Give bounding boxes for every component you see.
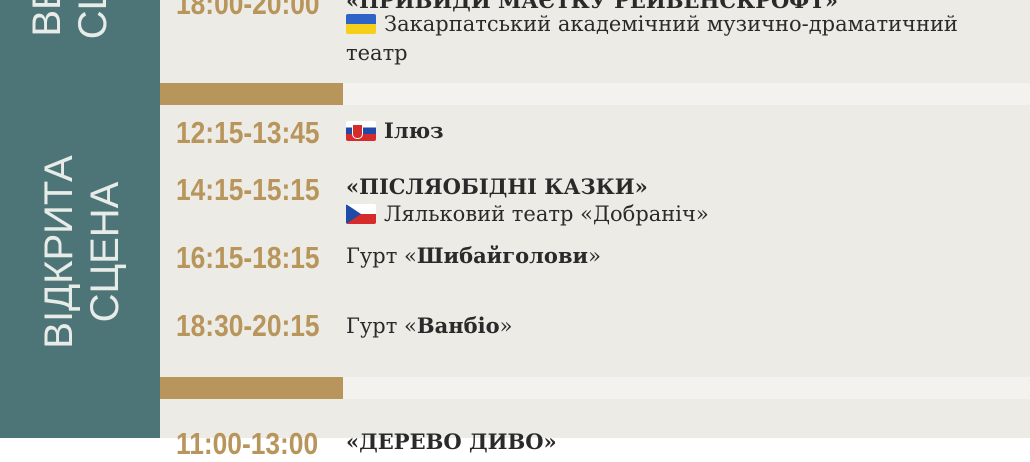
ukraine-flag-icon xyxy=(346,14,376,34)
event-title: Гурт «Шибайголови» xyxy=(346,243,601,268)
event-time: 12:15-13:45 xyxy=(176,115,320,150)
event-title-text: Ілюз xyxy=(384,118,444,143)
event-venue-text: Закарпатський академічний музично-драмат… xyxy=(384,12,958,36)
event-band-name: Ванбіо xyxy=(416,313,500,338)
event-suffix: » xyxy=(588,244,601,268)
event-title: «ПІСЛЯОБІДНІ КАЗКИ» xyxy=(346,174,648,199)
schedule-block-evening: 18:00-20:00 «ПРИВИДИ МАЄТКУ РЕЙВЕНСКРОФТ… xyxy=(160,0,1030,83)
schedule-content: 18:00-20:00 «ПРИВИДИ МАЄТКУ РЕЙВЕНСКРОФТ… xyxy=(160,0,1030,461)
section-divider xyxy=(160,83,1030,105)
stage-label-open-line2: СЦЕНА xyxy=(83,181,127,323)
divider-accent xyxy=(160,83,343,105)
event-venue-text: Ляльковий театр «Добраніч» xyxy=(384,202,709,226)
divider-accent xyxy=(160,377,343,399)
slovakia-flag-icon xyxy=(346,121,376,141)
stage-label-evening-line2: СЦ xyxy=(71,0,115,40)
stage-label-open: ВІДКРИТА СЦЕНА xyxy=(36,155,128,348)
event-venue-cont: театр xyxy=(346,41,408,65)
event-time: 18:00-20:00 xyxy=(176,0,320,21)
event-time: 14:15-15:15 xyxy=(176,172,320,207)
event-suffix: » xyxy=(499,314,513,338)
event-title: Гурт «Ванбіо» xyxy=(346,313,512,338)
event-time: 18:30-20:15 xyxy=(176,308,320,343)
section-divider xyxy=(160,377,1030,399)
event-prefix: Гурт « xyxy=(346,244,417,268)
event-venue: Закарпатський академічний музично-драмат… xyxy=(346,12,958,36)
stage-label-open-line1: ВІДКРИТА xyxy=(37,155,81,349)
schedule-block-open-stage: 12:15-13:45 Ілюз 14:15-15:15 «ПІСЛЯОБІДН… xyxy=(160,105,1030,377)
event-title: «ДЕРЕВО ДИВО» xyxy=(346,429,557,454)
stage-label-evening: ВЕ СЦ xyxy=(24,0,116,39)
stage-label-evening-line1: ВЕ xyxy=(25,0,69,37)
event-time: 11:00-13:00 xyxy=(176,426,319,461)
schedule-block-next: 11:00-13:00 «ДЕРЕВО ДИВО» xyxy=(160,399,1030,461)
event-prefix: Гурт « xyxy=(346,314,417,338)
stage-sidebar: ВЕ СЦ ВІДКРИТА СЦЕНА xyxy=(0,0,160,438)
event-time: 16:15-18:15 xyxy=(176,240,320,275)
event-band-name: Шибайголови xyxy=(416,243,589,268)
event-venue: Ляльковий театр «Добраніч» xyxy=(346,202,709,226)
event-title: Ілюз xyxy=(346,118,444,143)
czech-flag-icon xyxy=(346,204,376,224)
